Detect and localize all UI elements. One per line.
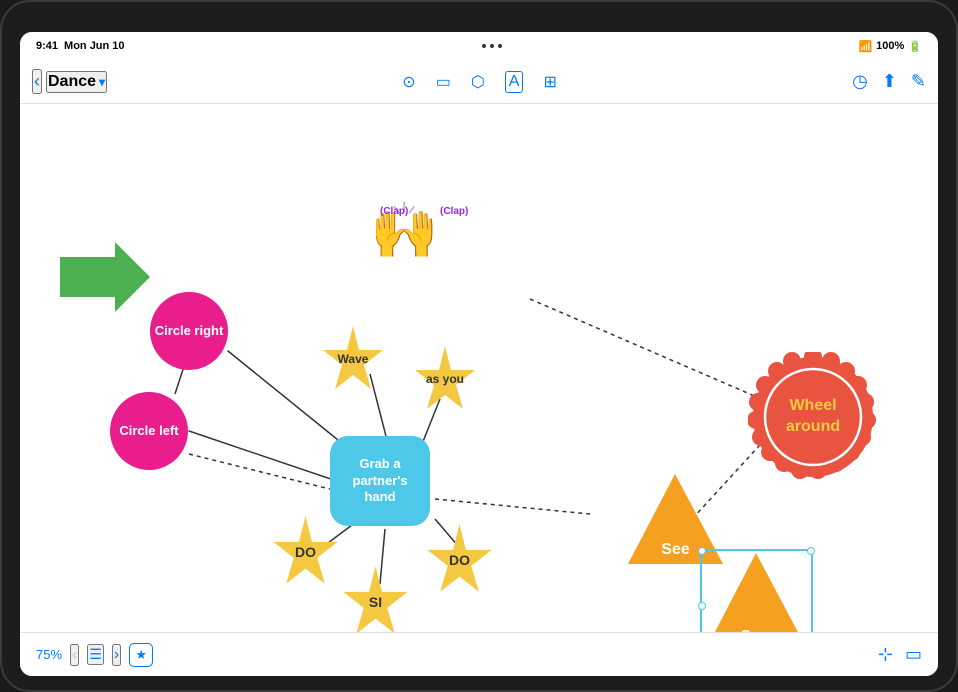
star-icon: ★ [135, 647, 147, 663]
green-arrow-shape[interactable] [60, 242, 150, 312]
time: 9:41 [36, 40, 58, 52]
share-icon[interactable]: ⬆ [882, 71, 897, 92]
shapes-tool-icon[interactable]: ⊙ [402, 72, 415, 92]
triangle-saw-shape[interactable]: Saw [700, 549, 813, 632]
back-button[interactable]: ‹ [32, 69, 42, 94]
status-dot-3 [498, 44, 502, 48]
toolbar-left: ‹ Dance ▾ [32, 69, 107, 94]
clap-hands-shape[interactable]: 🙌 (Clap) (Clap) [370, 194, 438, 263]
toolbar-right: ◷ ⬆ ✎ [852, 71, 926, 92]
wave-label: Wave [338, 352, 369, 366]
circle-right-shape[interactable]: Circle right [150, 292, 228, 370]
canvas[interactable]: Circle right Circle left Wave as you [20, 104, 938, 632]
document-title: Dance [48, 73, 96, 91]
bottom-right: ⊹ ▭ [878, 644, 922, 665]
bottom-left: 75% ‹ ☰ › ★ [36, 643, 153, 667]
toolbar-center: ⊙ ▭ ⬡ A ⊞ [107, 71, 852, 93]
circle-left-shape[interactable]: Circle left [110, 392, 188, 470]
status-center [482, 44, 502, 48]
clap-left-label: (Clap) [380, 206, 408, 217]
toolbar: ‹ Dance ▾ ⊙ ▭ ⬡ A ⊞ ◷ ⬆ ✎ [20, 60, 938, 104]
battery-icon: 🔋 [908, 40, 922, 53]
si-label: SI [369, 594, 382, 610]
back-chevron-icon: ‹ [34, 71, 40, 92]
as-you-shape[interactable]: as you [410, 344, 480, 414]
circle-left-label: Circle left [119, 423, 178, 439]
do-left-label: DO [295, 544, 316, 560]
wheel-around-shape[interactable]: Wheelaround [748, 352, 878, 482]
wheel-around-label: Wheelaround [773, 396, 853, 438]
do-right-label: DO [449, 552, 470, 568]
as-you-label: as you [426, 372, 464, 386]
center-label: Grab apartner'shand [352, 456, 407, 507]
wave-shape[interactable]: Wave [318, 324, 388, 394]
date: Mon Jun 10 [64, 40, 125, 52]
wifi-icon: 📶 [858, 40, 872, 53]
si-shape[interactable]: SI [338, 564, 413, 632]
center-shape[interactable]: Grab apartner'shand [330, 436, 430, 526]
do-right-shape[interactable]: DO [422, 522, 497, 597]
dropdown-icon: ▾ [99, 75, 105, 89]
saw-label: Saw [740, 628, 772, 632]
status-bar: 9:41 Mon Jun 10 📶 100% 🔋 [20, 32, 938, 60]
clap-right-label: (Clap) [440, 206, 468, 217]
nav-back-button[interactable]: ‹ [70, 644, 79, 666]
image-tool-icon[interactable]: ⊞ [543, 72, 556, 92]
status-dot-2 [490, 44, 494, 48]
see-label: See [661, 541, 689, 559]
slide-list-button[interactable]: ☰ [87, 644, 104, 665]
edit-icon[interactable]: ✎ [911, 71, 926, 92]
handle-tl[interactable] [698, 547, 706, 555]
document-title-button[interactable]: Dance ▾ [46, 71, 107, 93]
more-options-icon[interactable]: ◷ [852, 71, 868, 92]
handle-tr[interactable] [807, 547, 815, 555]
status-left: 9:41 Mon Jun 10 [36, 40, 125, 52]
battery-label: 100% [876, 40, 904, 52]
status-dot-1 [482, 44, 486, 48]
star-button[interactable]: ★ [129, 643, 153, 667]
circle-right-label: Circle right [155, 323, 224, 339]
bottom-bar: 75% ‹ ☰ › ★ ⊹ ▭ [20, 632, 938, 676]
do-left-shape[interactable]: DO [268, 514, 343, 589]
status-right: 📶 100% 🔋 [858, 40, 922, 53]
screen: 9:41 Mon Jun 10 📶 100% 🔋 ‹ Dance [20, 32, 938, 676]
media-tool-icon[interactable]: ⬡ [471, 72, 485, 92]
handle-ml[interactable] [698, 602, 706, 610]
ipad-frame: 9:41 Mon Jun 10 📶 100% 🔋 ‹ Dance [0, 0, 958, 692]
zoom-level[interactable]: 75% [36, 647, 62, 662]
table-tool-icon[interactable]: ▭ [436, 72, 451, 92]
nav-forward-button[interactable]: › [112, 644, 121, 666]
text-tool-icon[interactable]: A [505, 71, 524, 93]
view-mode-icon[interactable]: ▭ [905, 644, 922, 665]
arrange-icon[interactable]: ⊹ [878, 644, 893, 665]
